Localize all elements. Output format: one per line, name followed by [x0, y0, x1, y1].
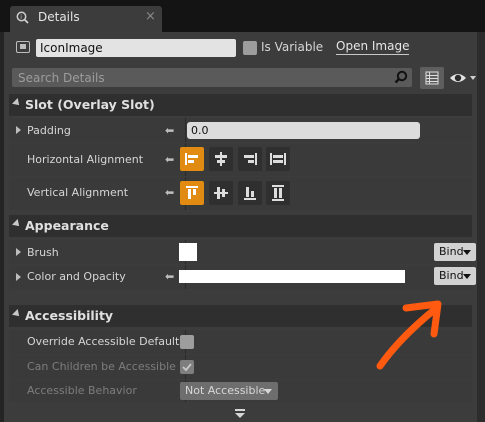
property-label: Can Children be Accessible: [27, 360, 176, 373]
collapse-triangle-icon: [12, 98, 22, 108]
dropdown-value: Not Accessible: [185, 384, 266, 397]
align-vcenter-icon: [214, 187, 228, 199]
align-bottom-button[interactable]: [238, 181, 262, 205]
open-image-link[interactable]: Open Image: [336, 39, 410, 55]
color-bind-dropdown[interactable]: Bind: [434, 267, 476, 285]
eye-icon[interactable]: [448, 68, 478, 88]
brush-bind-dropdown[interactable]: Bind: [434, 243, 476, 261]
expand-arrow-icon[interactable]: [16, 248, 21, 256]
property-label: Color and Opacity: [27, 270, 126, 283]
align-top-button[interactable]: [180, 181, 204, 205]
children-accessible-checkbox[interactable]: [180, 360, 194, 374]
check-icon: [182, 363, 192, 372]
bind-label: Bind: [439, 245, 464, 258]
align-bottom-icon: [244, 187, 256, 200]
search-icon: [394, 70, 408, 84]
grid-list-icon: [425, 71, 439, 85]
collapse-triangle-icon: [12, 219, 22, 229]
property-row-vertical-alignment: Vertical Alignment ⬅: [9, 177, 472, 210]
reset-to-default-icon[interactable]: ⬅: [165, 270, 174, 283]
align-left-button[interactable]: [180, 147, 204, 171]
expand-arrow-icon[interactable]: [16, 126, 21, 134]
caret-down-icon: [463, 274, 471, 279]
property-label: Horizontal Alignment: [27, 153, 144, 166]
search-input[interactable]: [12, 68, 412, 87]
property-row-padding: Padding ⬅ 0.0: [9, 118, 472, 142]
property-label: Override Accessible Defaults: [27, 335, 186, 348]
property-label: Vertical Alignment: [27, 186, 129, 199]
property-label: Padding: [27, 124, 71, 137]
close-icon[interactable]: ×: [145, 9, 156, 24]
align-vfill-button[interactable]: [266, 181, 290, 205]
show-advanced-icon[interactable]: [233, 409, 247, 419]
property-row-color-opacity: Color and Opacity ⬅ Bind: [9, 265, 476, 289]
caret-down-icon: [264, 389, 272, 394]
widget-name-input[interactable]: [36, 39, 236, 57]
tab-title: Details: [38, 10, 80, 24]
color-swatch[interactable]: [179, 270, 405, 283]
expand-arrow-icon[interactable]: [16, 273, 21, 281]
is-variable-checkbox[interactable]: [243, 41, 257, 55]
caret-down-icon: [463, 250, 471, 255]
align-right-icon: [244, 153, 257, 165]
align-fill-icon: [270, 153, 286, 165]
align-top-icon: [186, 186, 198, 199]
scrollbar-track[interactable]: [477, 32, 485, 422]
property-row-brush: Brush Bind: [9, 240, 476, 264]
property-matrix-button[interactable]: [420, 67, 444, 89]
bind-label: Bind: [439, 269, 464, 282]
padding-input[interactable]: 0.0: [187, 122, 420, 139]
align-vfill-icon: [272, 185, 284, 201]
brush-image-swatch[interactable]: [179, 243, 197, 261]
section-title: Appearance: [25, 218, 109, 233]
section-header-appearance[interactable]: Appearance: [9, 215, 472, 237]
reset-to-default-icon[interactable]: ⬅: [165, 186, 174, 199]
collapse-triangle-icon: [12, 309, 22, 319]
tab-details[interactable]: i Details ×: [10, 6, 162, 32]
info-icon: i: [16, 11, 29, 24]
property-label: Brush: [27, 246, 59, 259]
image-widget-icon: [16, 41, 30, 53]
align-left-icon: [185, 153, 198, 165]
accessible-behavior-dropdown[interactable]: Not Accessible: [180, 382, 278, 400]
override-defaults-checkbox[interactable]: [180, 335, 194, 349]
align-center-icon: [215, 152, 227, 166]
property-row-horizontal-alignment: Horizontal Alignment ⬅: [9, 143, 472, 176]
annotation-arrow-icon: [376, 300, 442, 370]
is-variable-label: Is Variable: [261, 40, 324, 54]
section-title: Slot (Overlay Slot): [25, 97, 155, 112]
section-title: Accessibility: [25, 308, 114, 323]
align-vcenter-button[interactable]: [209, 181, 233, 205]
align-right-button[interactable]: [238, 147, 262, 171]
property-label: Accessible Behavior: [27, 384, 137, 397]
align-center-button[interactable]: [209, 147, 233, 171]
align-fill-button[interactable]: [266, 147, 290, 171]
column-divider: [185, 118, 186, 142]
section-header-slot[interactable]: Slot (Overlay Slot): [9, 94, 472, 116]
reset-to-default-icon[interactable]: ⬅: [165, 153, 174, 166]
reset-to-default-icon[interactable]: ⬅: [165, 124, 174, 137]
